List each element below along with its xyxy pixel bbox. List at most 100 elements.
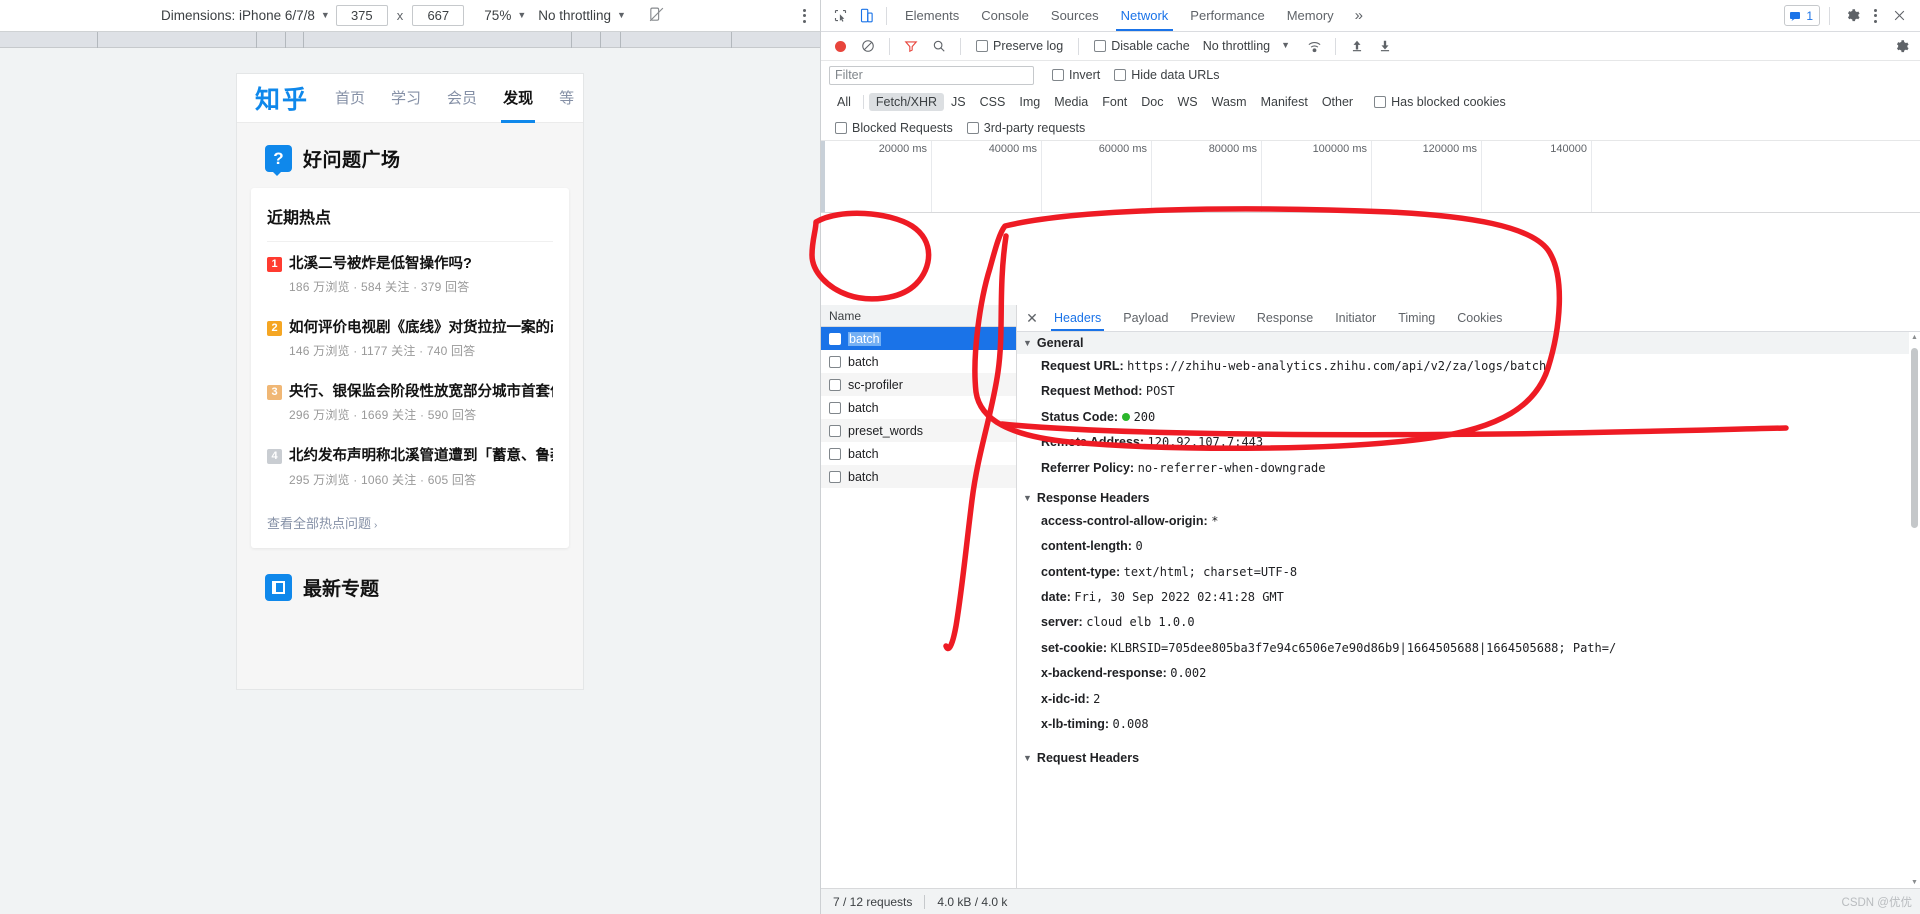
invert-checkbox[interactable]: Invert	[1052, 68, 1100, 82]
message-count-chip[interactable]: 1	[1784, 5, 1820, 26]
type-filter-other[interactable]: Other	[1315, 93, 1360, 111]
type-filter-css[interactable]: CSS	[973, 93, 1013, 111]
network-conditions-icon[interactable]	[1301, 33, 1327, 59]
nav-item-member[interactable]: 会员	[447, 87, 477, 110]
scroll-down-icon[interactable]: ▼	[1909, 877, 1920, 888]
preserve-log-checkbox[interactable]: Preserve log	[976, 39, 1063, 53]
triangle-down-icon: ▼	[1023, 753, 1032, 764]
upload-har-icon[interactable]	[1344, 33, 1370, 59]
throttling-select[interactable]: No throttling	[1203, 39, 1270, 53]
tab-preview[interactable]: Preview	[1179, 305, 1245, 331]
checkbox-icon[interactable]	[829, 447, 841, 460]
remote-address-value: 120.92.107.7:443	[1147, 435, 1264, 450]
general-section-header[interactable]: ▼ General	[1017, 332, 1920, 354]
close-icon[interactable]: ✕	[1021, 307, 1043, 329]
record-stop-icon[interactable]	[827, 33, 853, 59]
type-filter-img[interactable]: Img	[1012, 93, 1047, 111]
tab-sources[interactable]: Sources	[1040, 0, 1110, 31]
type-filter-fetch-xhr[interactable]: Fetch/XHR	[868, 93, 945, 111]
zhihu-logo[interactable]: 知乎	[255, 80, 309, 116]
rank-badge: 3	[267, 385, 282, 401]
tab-performance[interactable]: Performance	[1179, 0, 1275, 31]
tab-response[interactable]: Response	[1246, 305, 1324, 331]
nav-item-home[interactable]: 首页	[335, 87, 365, 110]
view-all-hot-questions-link[interactable]: 查看全部热点问题 ›	[267, 499, 553, 548]
network-overview-timeline[interactable]: 20000 ms 40000 ms 60000 ms 80000 ms 1000…	[821, 141, 1920, 213]
response-headers-section-header[interactable]: ▼ Response Headers	[1017, 487, 1920, 509]
nav-item-discover[interactable]: 发现	[501, 87, 536, 123]
scrollbar-thumb[interactable]	[1911, 348, 1918, 528]
third-party-requests-checkbox[interactable]: 3rd-party requests	[966, 121, 1085, 135]
clear-icon[interactable]	[855, 33, 881, 59]
funnel-icon[interactable]	[898, 33, 924, 59]
chevron-down-icon[interactable]: ▼	[1281, 40, 1290, 50]
has-blocked-cookies-checkbox[interactable]: Has blocked cookies	[1374, 95, 1506, 109]
tab-network[interactable]: Network	[1110, 0, 1180, 31]
rotate-icon[interactable]	[648, 6, 665, 26]
filter-input[interactable]	[829, 65, 1034, 85]
type-filter-media[interactable]: Media	[1047, 93, 1095, 111]
checkbox-icon[interactable]	[829, 470, 841, 483]
search-icon[interactable]	[926, 33, 952, 59]
checkbox-icon[interactable]	[829, 332, 841, 345]
device-toolbar-menu-icon[interactable]	[803, 8, 806, 23]
viewport-width-input[interactable]	[335, 5, 388, 26]
tab-cookies[interactable]: Cookies	[1446, 305, 1513, 331]
table-row[interactable]: batch	[821, 442, 1016, 465]
more-tabs-icon[interactable]: »	[1345, 7, 1373, 24]
close-icon[interactable]	[1886, 3, 1912, 29]
detail-scrollbar[interactable]: ▲ ▼	[1909, 332, 1920, 888]
tab-elements[interactable]: Elements	[894, 0, 970, 31]
inspect-cursor-icon[interactable]	[827, 3, 853, 29]
list-item[interactable]: 1 北溪二号被炸是低智操作吗? 186 万浏览 · 584 关注 · 379 回…	[267, 242, 553, 306]
tab-payload[interactable]: Payload	[1112, 305, 1179, 331]
tab-console[interactable]: Console	[970, 0, 1040, 31]
request-url-value: https://zhihu-web-analytics.zhihu.com/ap…	[1127, 359, 1547, 373]
network-settings-gear-icon[interactable]	[1888, 33, 1914, 59]
request-headers-section-header[interactable]: ▼ Request Headers	[1017, 747, 1920, 769]
triangle-down-icon: ▼	[1023, 492, 1032, 503]
type-filter-manifest[interactable]: Manifest	[1254, 93, 1315, 111]
type-filter-ws[interactable]: WS	[1170, 93, 1204, 111]
zoom-select[interactable]: 75% ▼	[478, 8, 532, 23]
list-item[interactable]: 4 北约发布声明称北溪管道遭到「蓄意、鲁莽和不 295 万浏览 · 1060 关…	[267, 434, 553, 498]
checkbox-icon	[966, 121, 979, 134]
request-list-column-header[interactable]: Name	[821, 305, 1016, 327]
list-item[interactable]: 3 央行、银保监会阶段性放宽部分城市首套住房贷 296 万浏览 · 1669 关…	[267, 370, 553, 434]
checkbox-icon[interactable]	[829, 378, 841, 391]
device-dimensions-select[interactable]: Dimensions: iPhone 6/7/8 ▼	[155, 8, 336, 23]
device-toggle-icon[interactable]	[853, 3, 879, 29]
tab-initiator[interactable]: Initiator	[1324, 305, 1387, 331]
checkbox-icon[interactable]	[829, 401, 841, 414]
type-filter-all[interactable]: All	[830, 93, 858, 111]
table-row[interactable]: batch	[821, 396, 1016, 419]
blocked-requests-checkbox[interactable]: Blocked Requests	[835, 121, 953, 135]
checkbox-icon[interactable]	[829, 424, 841, 437]
nav-item-study[interactable]: 学习	[391, 87, 421, 110]
table-row[interactable]: sc-profiler	[821, 373, 1016, 396]
checkbox-icon[interactable]	[829, 355, 841, 368]
hide-data-urls-checkbox[interactable]: Hide data URLs	[1114, 68, 1220, 82]
nav-item-more[interactable]: 等	[559, 87, 574, 110]
table-row[interactable]: batch	[821, 350, 1016, 373]
download-har-icon[interactable]	[1372, 33, 1398, 59]
type-filter-doc[interactable]: Doc	[1134, 93, 1170, 111]
request-name: batch	[848, 400, 879, 415]
type-filter-wasm[interactable]: Wasm	[1205, 93, 1254, 111]
scroll-up-icon[interactable]: ▲	[1909, 332, 1920, 343]
table-row[interactable]: batch	[821, 465, 1016, 488]
type-filter-font[interactable]: Font	[1095, 93, 1134, 111]
tab-memory[interactable]: Memory	[1276, 0, 1345, 31]
gear-icon[interactable]	[1839, 3, 1865, 29]
table-row[interactable]: batch	[821, 327, 1016, 350]
viewport-height-input[interactable]	[412, 5, 465, 26]
tab-headers[interactable]: Headers	[1043, 305, 1112, 331]
disable-cache-checkbox[interactable]: Disable cache	[1094, 39, 1190, 53]
request-list[interactable]: Name batch batch sc-profiler batch prese…	[821, 305, 1017, 888]
list-item[interactable]: 2 如何评价电视剧《底线》对货拉拉一案的改编? 146 万浏览 · 1177 关…	[267, 306, 553, 370]
table-row[interactable]: preset_words	[821, 419, 1016, 442]
tab-timing[interactable]: Timing	[1387, 305, 1446, 331]
devtools-menu-icon[interactable]	[1874, 8, 1877, 23]
throttling-select[interactable]: No throttling ▼	[532, 8, 632, 23]
type-filter-js[interactable]: JS	[944, 93, 973, 111]
